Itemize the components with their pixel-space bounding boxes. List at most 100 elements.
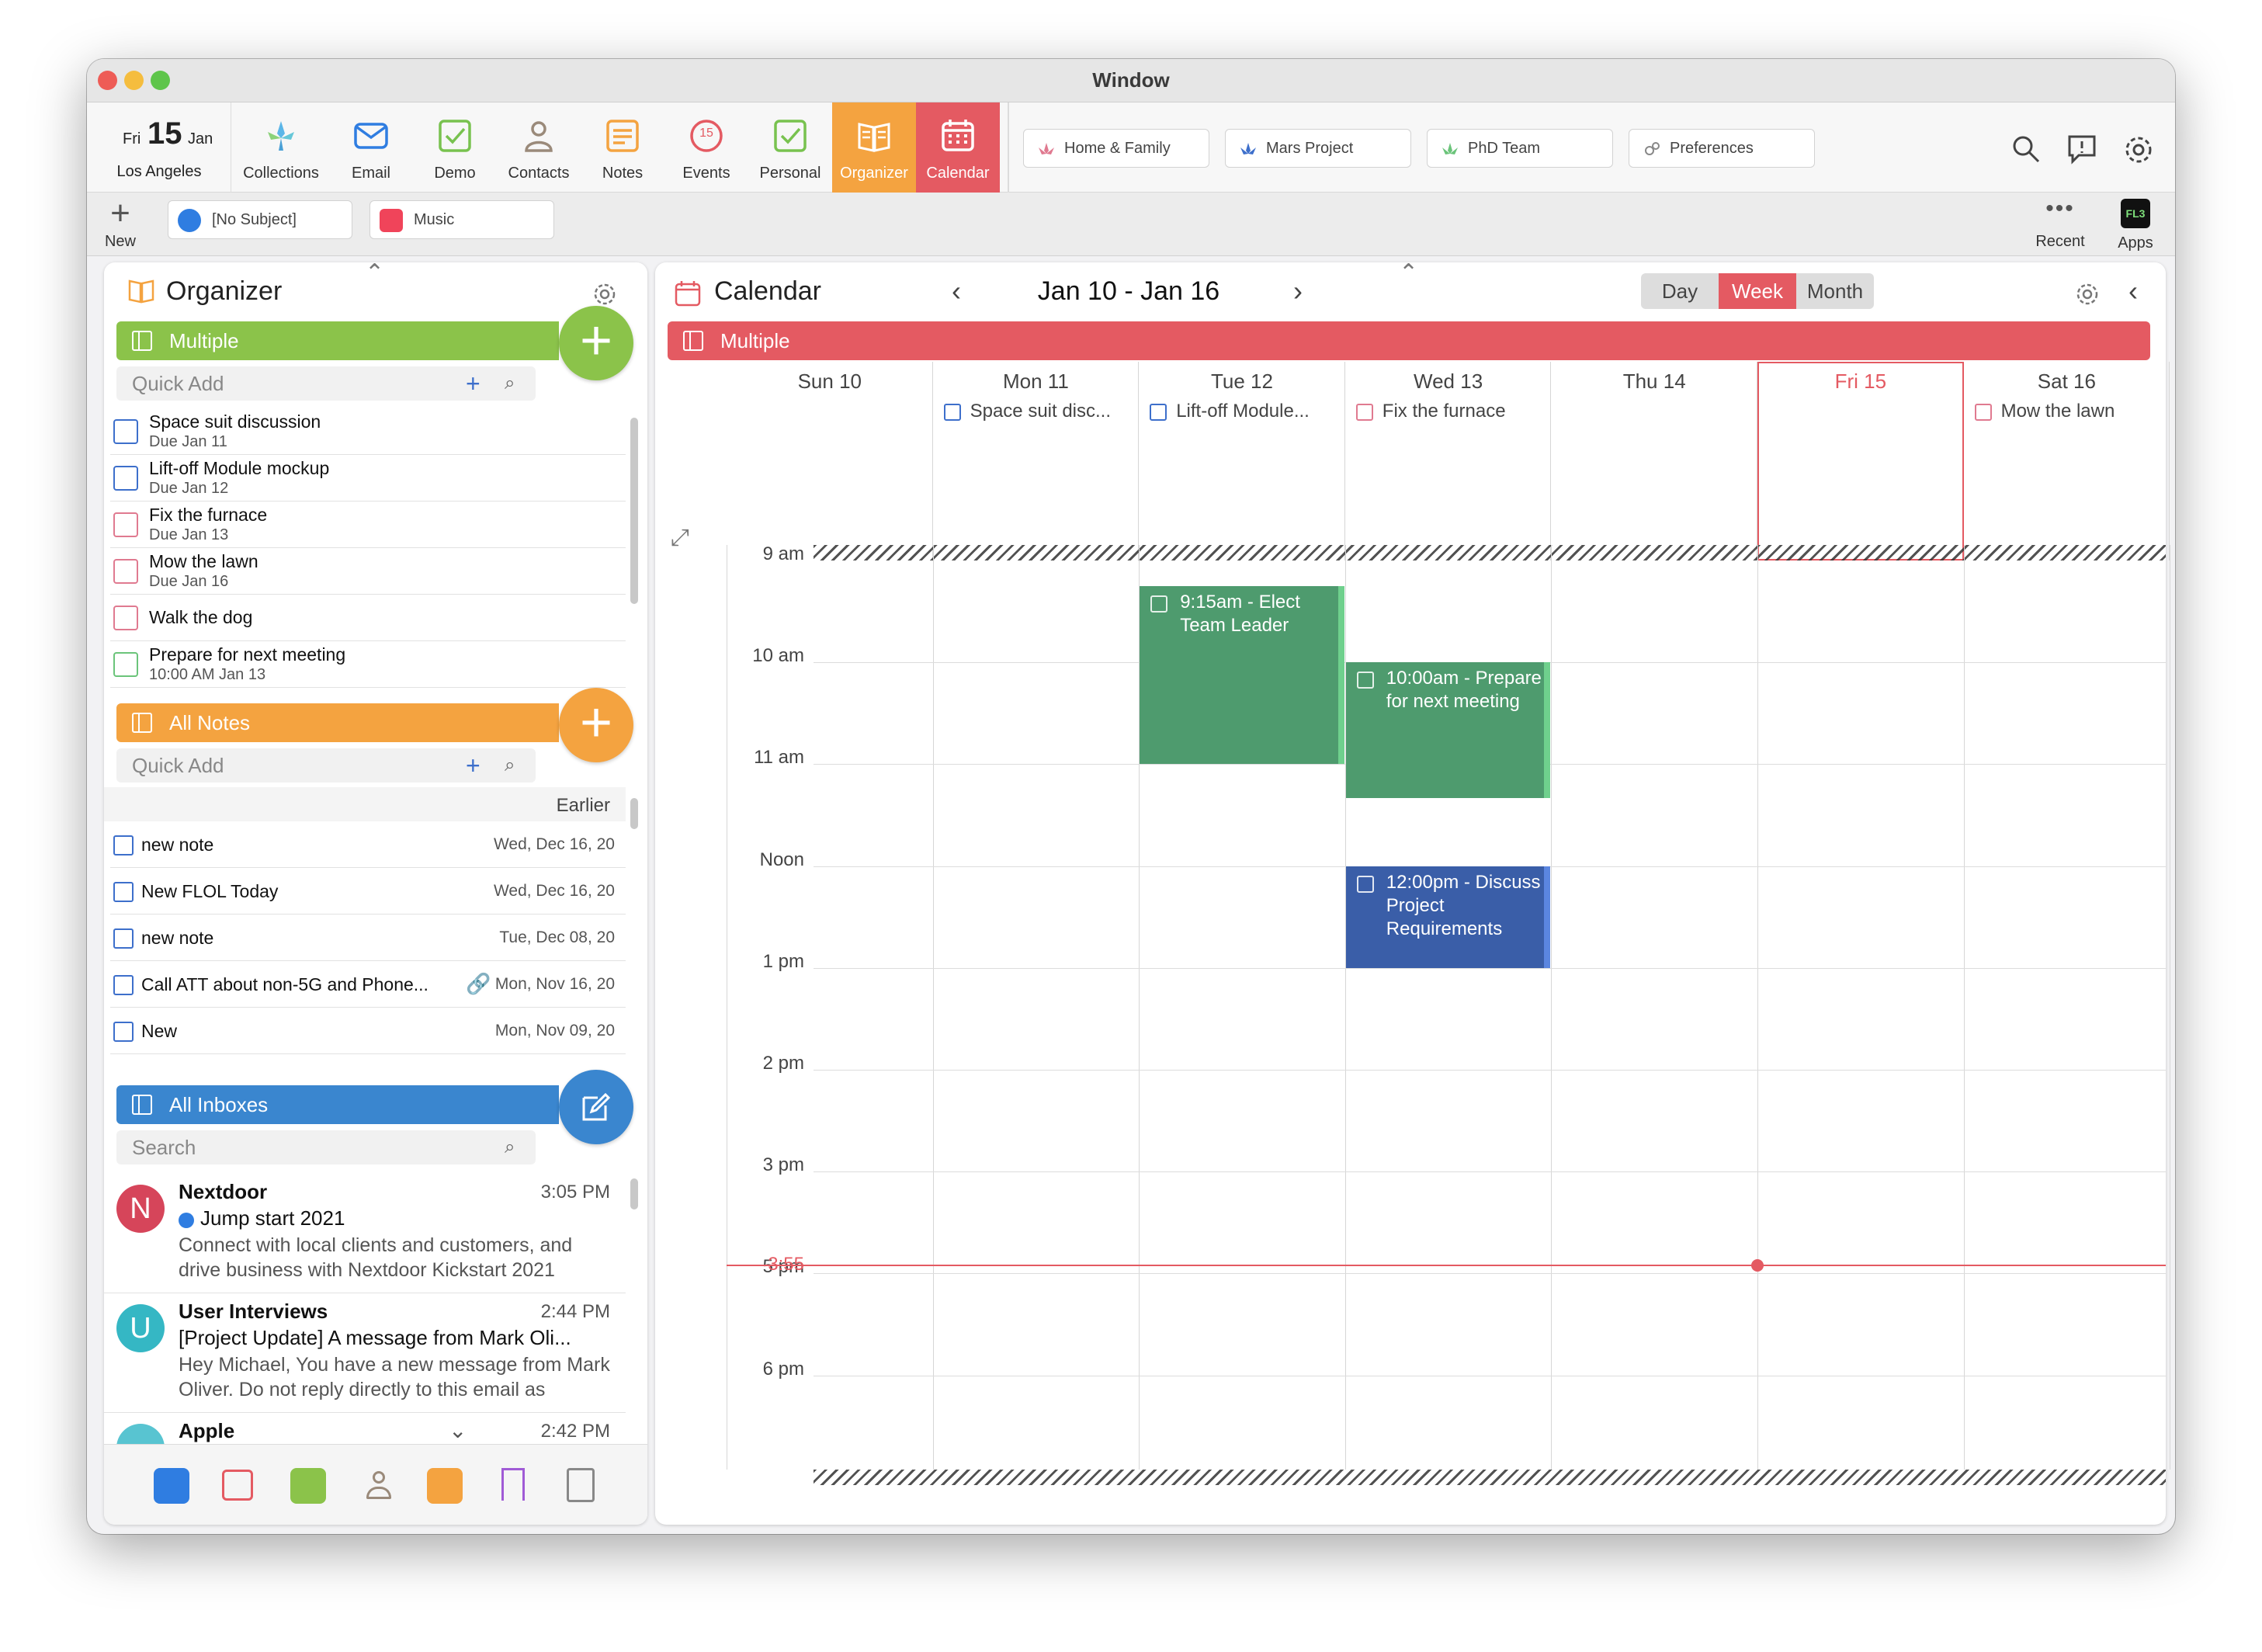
toolbar-events[interactable]: 15 Events [664,102,748,193]
expand-arrows-icon[interactable]: ⤢ [671,525,689,551]
toolbar-demo[interactable]: Demo [413,102,497,193]
note-item[interactable]: Call ATT about non-5G and Phone... 🔗 Mon, … [110,961,626,1008]
dock-document-icon[interactable] [567,1468,595,1502]
next-week-chevron-icon[interactable]: › [1293,275,1303,307]
toolbar-collections[interactable]: Collections [239,102,323,193]
link-icon: 🔗 [466,972,491,995]
tasks-list-bar[interactable]: Multiple [116,321,559,360]
search-icon[interactable]: ⌕ [505,1130,515,1164]
toolbar-notes[interactable]: Notes [581,102,664,193]
add-note-button[interactable]: + [559,688,633,762]
event-checkbox[interactable] [1150,595,1168,613]
task-checkbox[interactable] [113,466,138,491]
view-day-button[interactable]: Day [1641,273,1719,309]
all-day-task[interactable]: Mow the lawn [1974,401,2166,427]
task-checkbox[interactable] [113,559,138,584]
toolbar-organizer[interactable]: Organizer [832,102,916,193]
task-item[interactable]: Lift-off Module mockup Due Jan 12 [110,455,626,502]
calendar-settings-gear-icon[interactable] [2074,281,2101,307]
event-checkbox[interactable] [1356,672,1374,689]
collapse-panel-chevron-icon[interactable]: ‹ [2128,275,2138,307]
gears-icon [1645,142,1660,155]
new-button[interactable]: + New [95,194,146,253]
task-checkbox[interactable] [1150,404,1167,421]
notes-quick-add-input[interactable]: Quick Add + ⌕ [116,748,536,783]
scroll-down-chevron-icon[interactable]: ⌄ [449,1418,467,1443]
task-due: Due Jan 16 [149,573,229,590]
feedback-icon[interactable] [2066,134,2097,165]
email-item[interactable]: Apple 2:42 PM [104,1413,626,1444]
dock-calendar-icon[interactable] [222,1470,253,1501]
task-item[interactable]: Mow the lawn Due Jan 16 [110,548,626,595]
tasks-quick-add-input[interactable]: Quick Add + ⌕ [116,366,536,401]
add-task-button[interactable]: + [559,306,633,380]
event-checkbox[interactable] [1356,875,1374,893]
apps-button[interactable]: FL3 Apps [2108,197,2163,253]
notes-scrollbar[interactable] [630,798,638,829]
task-item[interactable]: Space suit discussion Due Jan 11 [110,408,626,455]
compose-email-button[interactable] [559,1070,633,1144]
task-item[interactable]: Prepare for next meeting 10:00 AM Jan 13 [110,641,626,688]
calendar-event[interactable]: 12:00pm - Discuss Project Requirements [1345,866,1551,968]
toolbar-email[interactable]: Email [329,102,413,193]
plus-icon[interactable]: + [466,748,481,783]
collapse-chevron-icon[interactable]: ⌃ [1399,262,1418,286]
all-day-task[interactable]: Fix the furnace [1355,401,1547,427]
date-widget[interactable]: Fri 15 Jan Los Angeles [87,102,231,193]
all-day-task[interactable]: Space suit disc... [943,401,1135,427]
settings-gear-icon[interactable] [2122,134,2155,166]
task-item[interactable]: Walk the dog [110,595,626,641]
workspace-home-family[interactable]: Home & Family [1023,129,1209,168]
task-checkbox[interactable] [1355,404,1373,421]
workspace-mars-project[interactable]: Mars Project [1225,129,1411,168]
search-icon[interactable]: ⌕ [505,366,515,401]
view-month-button[interactable]: Month [1796,273,1874,309]
collapse-chevron-icon[interactable]: ⌃ [365,262,384,286]
dock-notes-icon[interactable] [427,1468,463,1504]
tab-no-subject[interactable]: [No Subject] [168,200,352,239]
task-checkbox[interactable] [113,419,138,444]
tasks-scrollbar[interactable] [630,418,638,604]
calendar-event[interactable]: 10:00am - Prepare for next meeting [1345,662,1551,798]
view-week-button[interactable]: Week [1719,273,1796,309]
email-item[interactable]: N Nextdoor 3:05 PM Jump start 2021 Conne… [104,1174,626,1293]
search-icon[interactable] [2010,134,2042,165]
notes-list-bar[interactable]: All Notes [116,703,559,742]
inbox-list-bar[interactable]: All Inboxes [116,1085,559,1124]
dock-bookmark-icon[interactable] [501,1468,525,1501]
all-day-task[interactable]: Lift-off Module... [1150,401,1341,427]
note-title: new note [141,835,214,855]
toolbar-personal[interactable]: Personal [748,102,832,193]
email-subject: Jump start 2021 [200,1206,345,1230]
dock-tasks-icon[interactable] [290,1468,326,1504]
note-date: Wed, Dec 16, 20 [493,882,615,900]
organizer-settings-gear-icon[interactable] [592,281,618,307]
task-checkbox[interactable] [1974,404,1992,421]
note-item[interactable]: new note Wed, Dec 16, 20 [110,821,626,868]
inbox-search-input[interactable]: Search ⌕ [116,1130,536,1164]
toolbar-calendar[interactable]: Calendar [916,102,1000,193]
email-item[interactable]: U User Interviews 2:44 PM [Project Updat… [104,1293,626,1413]
dock-contacts-icon[interactable] [363,1468,394,1502]
note-item[interactable]: New Mon, Nov 09, 20 [110,1008,626,1054]
task-checkbox[interactable] [943,404,961,421]
workspace-preferences[interactable]: Preferences [1629,129,1815,168]
calendar-list-bar[interactable]: Multiple [668,321,2150,360]
toolbar-contacts[interactable]: Contacts [497,102,581,193]
task-checkbox[interactable] [113,512,138,537]
calendar-event[interactable]: 9:15am - Elect Team Leader [1140,585,1344,765]
avatar [116,1424,165,1444]
search-icon[interactable]: ⌕ [505,748,515,783]
tab-music[interactable]: Music [369,200,554,239]
inbox-scrollbar[interactable] [630,1178,638,1210]
note-item[interactable]: New FLOL Today Wed, Dec 16, 20 [110,868,626,914]
plus-icon[interactable]: + [466,366,481,401]
task-item[interactable]: Fix the furnace Due Jan 13 [110,502,626,548]
task-checkbox[interactable] [113,606,138,630]
note-item[interactable]: new note Tue, Dec 08, 20 [110,914,626,961]
task-checkbox[interactable] [113,652,138,677]
previous-week-chevron-icon[interactable]: ‹ [952,275,961,307]
recent-button[interactable]: ••• Recent [2028,196,2093,253]
workspace-phd-team[interactable]: PhD Team [1427,129,1613,168]
dock-email-icon[interactable] [154,1468,189,1504]
